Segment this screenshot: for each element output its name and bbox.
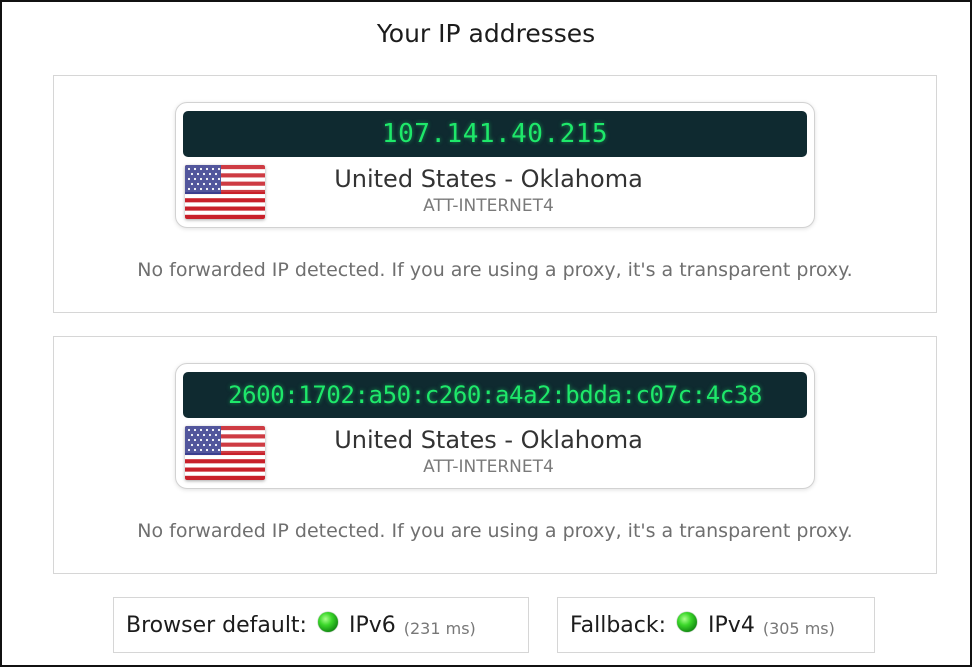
us-flag-icon: [185, 165, 265, 219]
ipv4-forwarded-note: No forwarded IP detected. If you are usi…: [137, 259, 853, 281]
page-title: Your IP addresses: [376, 19, 596, 48]
browser-default-latency: (231 ms): [403, 618, 476, 638]
browser-default-protocol: IPv6: [348, 612, 396, 638]
ipv4-panel: 107.141.40.215 United States - Oklahoma …: [53, 75, 937, 313]
status-ok-icon: [677, 612, 698, 632]
ipv4-card: 107.141.40.215 United States - Oklahoma …: [175, 102, 815, 228]
ipv6-isp: ATT-INTERNET4: [423, 457, 554, 477]
ipv4-isp: ATT-INTERNET4: [423, 196, 554, 216]
fallback-latency: (305 ms): [762, 618, 835, 638]
fallback-status: Fallback: IPv4 (305 ms): [557, 597, 875, 653]
ipv6-location: United States - Oklahoma: [334, 426, 643, 454]
ipv6-forwarded-note: No forwarded IP detected. If you are usi…: [137, 520, 853, 542]
ip-info-frame: Your IP addresses 107.141.40.215 United …: [0, 0, 972, 667]
us-flag-graphic: [185, 426, 265, 480]
status-ok-icon: [317, 612, 338, 632]
browser-default-label: Browser default:: [126, 612, 307, 638]
fallback-label: Fallback:: [570, 612, 667, 638]
fallback-protocol: IPv4: [708, 612, 755, 638]
browser-default-status: Browser default: IPv6 (231 ms): [113, 597, 529, 653]
ipv6-panel: 2600:1702:a50:c260:a4a2:bdda:c07c:4c38 U…: [53, 336, 937, 574]
ipv4-location: United States - Oklahoma: [334, 165, 643, 193]
us-flag-icon: [185, 426, 265, 480]
ipv6-address[interactable]: 2600:1702:a50:c260:a4a2:bdda:c07c:4c38: [183, 372, 807, 418]
ipv6-card: 2600:1702:a50:c260:a4a2:bdda:c07c:4c38 U…: [175, 363, 815, 489]
ipv4-address[interactable]: 107.141.40.215: [183, 111, 807, 157]
us-flag-graphic: [185, 165, 265, 219]
